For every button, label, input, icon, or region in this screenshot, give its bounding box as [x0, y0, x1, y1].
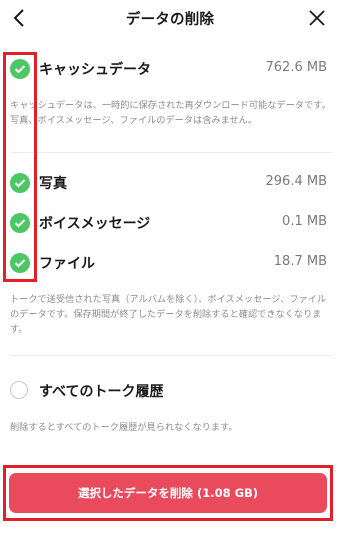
page-title: データの削除 — [125, 12, 215, 28]
talk-history-description: 削除するとすべてのトーク履歴が見られなくなります。 — [10, 422, 238, 433]
items-description: トークで送受信された写真（アルバムを除く）、ボイスメッセージ、ファイルのデータで… — [10, 294, 327, 335]
files-label: ファイル — [39, 256, 95, 272]
close-button[interactable] — [306, 7, 328, 29]
checkbox-highlight-outline — [3, 52, 37, 282]
voice-messages-label: ボイスメッセージ — [39, 216, 151, 232]
cache-label: キャッシュデータ — [39, 62, 151, 78]
talk-history-row[interactable]: すべてのトーク履歴 — [0, 378, 340, 406]
cache-size: 762.6 MB — [265, 60, 327, 75]
cache-description: キャッシュデータは、一時的に保存された再ダウンロード可能なデータです。写真、ボイ… — [10, 100, 331, 126]
divider — [10, 152, 332, 153]
voice-messages-row[interactable]: ボイスメッセージ 0.1 MB — [0, 210, 340, 238]
files-size: 18.7 MB — [273, 254, 327, 269]
button-highlight-outline — [3, 465, 333, 521]
photos-label: 写真 — [39, 176, 67, 192]
photos-size: 296.4 MB — [265, 174, 327, 189]
header: データの削除 — [0, 0, 340, 36]
close-icon — [309, 10, 325, 26]
files-row[interactable]: ファイル 18.7 MB — [0, 250, 340, 278]
voice-messages-size: 0.1 MB — [282, 214, 327, 229]
talk-history-checkbox[interactable] — [10, 381, 28, 399]
photos-row[interactable]: 写真 296.4 MB — [0, 170, 340, 198]
divider — [10, 355, 332, 356]
cache-data-row[interactable]: キャッシュデータ 762.6 MB — [0, 56, 340, 84]
talk-history-label: すべてのトーク履歴 — [39, 384, 164, 400]
